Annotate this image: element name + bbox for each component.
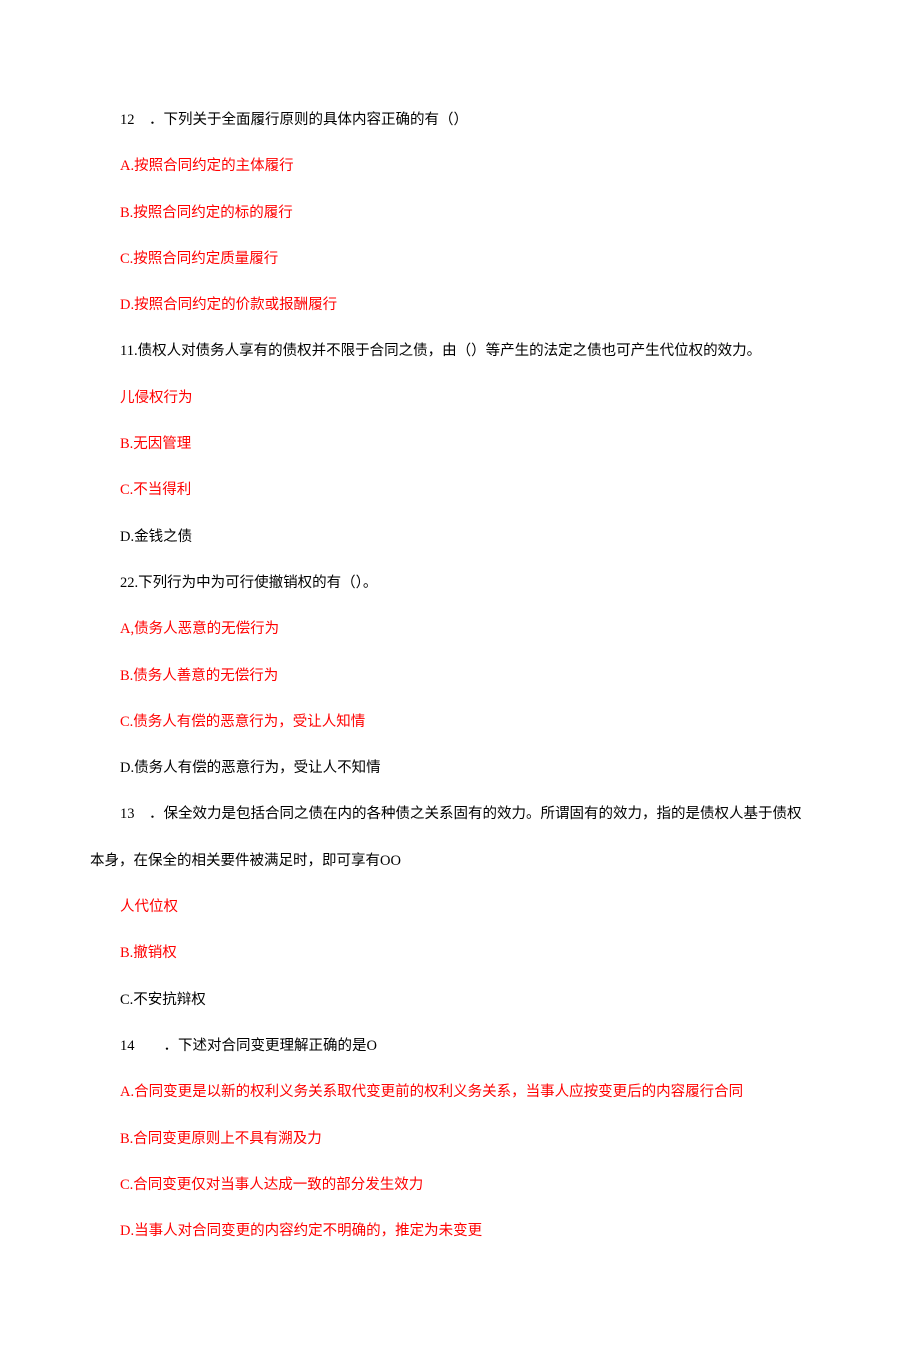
- answer-option: B.撤销权: [90, 943, 830, 963]
- answer-option: B.债务人善意的无偿行为: [90, 666, 830, 686]
- answer-option: D.当事人对合同变更的内容约定不明确的，推定为未变更: [90, 1221, 830, 1241]
- question-stem: 14 ．下述对合同变更理解正确的是O: [90, 1036, 830, 1056]
- answer-option: C.不当得利: [90, 480, 830, 500]
- answer-option: D.金钱之债: [90, 527, 830, 547]
- answer-option: B.合同变更原则上不具有溯及力: [90, 1129, 830, 1149]
- question-stem-continuation: 本身，在保全的相关要件被满足时，即可享有OO: [90, 851, 830, 871]
- answer-option: C.不安抗辩权: [90, 990, 830, 1010]
- answer-option: C.债务人有偿的恶意行为，受让人知情: [90, 712, 830, 732]
- answer-option: B.无因管理: [90, 434, 830, 454]
- question-stem: 13 ．保全效力是包括合同之债在内的各种债之关系固有的效力。所谓固有的效力，指的…: [90, 804, 830, 824]
- answer-option: 儿侵权行为: [90, 388, 830, 408]
- answer-option: 人代位权: [90, 897, 830, 917]
- answer-option: A.合同变更是以新的权利义务关系取代变更前的权利义务关系，当事人应按变更后的内容…: [90, 1082, 830, 1102]
- question-stem: 22.下列行为中为可行使撤销权的有（）。: [90, 573, 830, 593]
- answer-option: C.合同变更仅对当事人达成一致的部分发生效力: [90, 1175, 830, 1195]
- answer-option: C.按照合同约定质量履行: [90, 249, 830, 269]
- question-stem: 11.债权人对债务人享有的债权并不限于合同之债，由（）等产生的法定之债也可产生代…: [90, 341, 830, 361]
- answer-option: A.按照合同约定的主体履行: [90, 156, 830, 176]
- question-stem: 12 ．下列关于全面履行原则的具体内容正确的有（）: [90, 110, 830, 130]
- answer-option: B.按照合同约定的标的履行: [90, 203, 830, 223]
- answer-option: A,债务人恶意的无偿行为: [90, 619, 830, 639]
- answer-option: D.按照合同约定的价款或报酬履行: [90, 295, 830, 315]
- document-page: 12 ．下列关于全面履行原则的具体内容正确的有（） A.按照合同约定的主体履行 …: [0, 0, 920, 1347]
- answer-option: D.债务人有偿的恶意行为，受让人不知情: [90, 758, 830, 778]
